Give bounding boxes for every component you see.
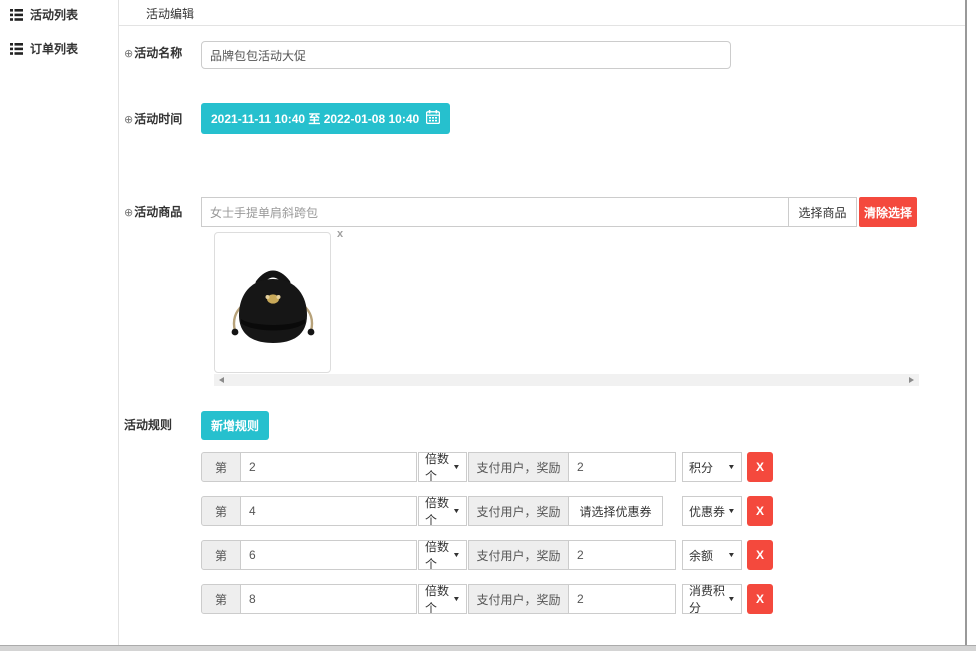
rule-reward-type-select[interactable]: 积分 ▼ (682, 452, 742, 482)
rule-row: 第 倍数个 ▼ 支付用户，奖励 积分 ▼ X (201, 452, 781, 482)
caret-down-icon: ▼ (727, 552, 735, 559)
list-icon (10, 43, 23, 55)
activity-rules-label: 活动规则 (124, 416, 172, 433)
activity-time-range-button[interactable]: 2021-11-11 10:40 至 2022-01-08 10:40 (201, 103, 450, 134)
activity-time-label: ⊕活动时间 (124, 110, 182, 127)
rule-ordinal-addon: 第 (201, 452, 241, 482)
rule-reward-type-select[interactable]: 优惠券 ▼ (682, 496, 742, 526)
select-value: 倍数个 (425, 582, 453, 616)
rule-reward-type-select[interactable]: 消费积分 ▼ (682, 584, 742, 614)
rule-middle-addon: 支付用户，奖励 (468, 584, 569, 614)
field-prefix-icon: ⊕ (124, 207, 133, 219)
rule-unit-select[interactable]: 倍数个 ▼ (418, 452, 467, 482)
rule-ordinal-addon: 第 (201, 584, 241, 614)
caret-down-icon: ▼ (452, 464, 460, 471)
rule-reward-input[interactable] (568, 540, 676, 570)
choose-product-button[interactable]: 选择商品 (788, 197, 857, 227)
field-prefix-icon: ⊕ (124, 48, 133, 60)
activity-product-input[interactable] (201, 197, 789, 227)
remove-thumbnail-icon[interactable]: x (337, 229, 343, 240)
rule-row: 第 倍数个 ▼ 支付用户，奖励 请选择优惠券 优惠券 ▼ X (201, 496, 781, 526)
calendar-icon (426, 110, 440, 127)
rule-middle-addon: 支付用户，奖励 (468, 452, 569, 482)
sidebar-item-label: 活动列表 (30, 6, 78, 23)
tab-bar: 活动编辑 (119, 0, 965, 26)
rule-ordinal-addon: 第 (201, 540, 241, 570)
rule-count-input[interactable] (240, 540, 417, 570)
list-icon (10, 9, 23, 21)
rule-row: 第 倍数个 ▼ 支付用户，奖励 余额 ▼ X (201, 540, 781, 570)
rule-reward-input[interactable] (568, 584, 676, 614)
select-value: 倍数个 (425, 538, 453, 572)
sidebar-item-activity-list[interactable]: 活动列表 (10, 6, 78, 23)
field-prefix-icon: ⊕ (124, 114, 133, 126)
select-value: 消费积分 (689, 582, 728, 616)
delete-rule-button[interactable]: X (747, 496, 773, 526)
scroll-right-icon[interactable] (909, 377, 914, 383)
activity-product-label: ⊕活动商品 (124, 203, 182, 220)
page: 活动列表 订单列表 活动编辑 ⊕活动名称 ⊕活动时间 2021-11-11 10… (0, 0, 976, 651)
caret-down-icon: ▼ (727, 596, 735, 603)
activity-name-input[interactable] (201, 41, 731, 69)
delete-rule-button[interactable]: X (747, 584, 773, 614)
rule-middle-addon: 支付用户，奖励 (468, 540, 569, 570)
thumbnail-scrollbar[interactable] (214, 374, 919, 386)
tab-activity-edit[interactable]: 活动编辑 (146, 5, 194, 22)
sidebar-item-label: 订单列表 (30, 40, 78, 57)
rule-count-input[interactable] (240, 452, 417, 482)
rule-count-input[interactable] (240, 496, 417, 526)
handbag-image (227, 253, 319, 352)
select-value: 倍数个 (425, 450, 453, 484)
rule-unit-select[interactable]: 倍数个 ▼ (418, 496, 467, 526)
add-rule-button[interactable]: 新增规则 (201, 411, 269, 440)
choose-coupon-button[interactable]: 请选择优惠券 (568, 496, 663, 526)
rule-ordinal-addon: 第 (201, 496, 241, 526)
select-value: 倍数个 (425, 494, 453, 528)
select-value: 余额 (689, 547, 713, 564)
rule-unit-select[interactable]: 倍数个 ▼ (418, 584, 467, 614)
page-bottom-scrollbar[interactable] (0, 645, 976, 651)
rule-reward-input[interactable] (568, 452, 676, 482)
scroll-left-icon[interactable] (219, 377, 224, 383)
rule-count-input[interactable] (240, 584, 417, 614)
rule-unit-select[interactable]: 倍数个 ▼ (418, 540, 467, 570)
rule-row: 第 倍数个 ▼ 支付用户，奖励 消费积分 ▼ X (201, 584, 781, 614)
main-panel: 活动编辑 ⊕活动名称 ⊕活动时间 2021-11-11 10:40 至 2022… (118, 0, 967, 645)
sidebar: 活动列表 订单列表 (0, 0, 118, 645)
select-value: 优惠券 (689, 503, 725, 520)
activity-name-label: ⊕活动名称 (124, 44, 182, 61)
caret-down-icon: ▼ (452, 552, 460, 559)
delete-rule-button[interactable]: X (747, 452, 773, 482)
product-thumbnail (214, 232, 331, 373)
caret-down-icon: ▼ (452, 508, 460, 515)
rule-reward-type-select[interactable]: 余额 ▼ (682, 540, 742, 570)
caret-down-icon: ▼ (727, 508, 735, 515)
select-value: 积分 (689, 459, 713, 476)
caret-down-icon: ▼ (727, 464, 735, 471)
sidebar-item-order-list[interactable]: 订单列表 (10, 40, 78, 57)
clear-selection-button[interactable]: 清除选择 (859, 197, 917, 227)
time-range-text: 2021-11-11 10:40 至 2022-01-08 10:40 (211, 110, 419, 127)
delete-rule-button[interactable]: X (747, 540, 773, 570)
caret-down-icon: ▼ (452, 596, 460, 603)
rule-middle-addon: 支付用户，奖励 (468, 496, 569, 526)
